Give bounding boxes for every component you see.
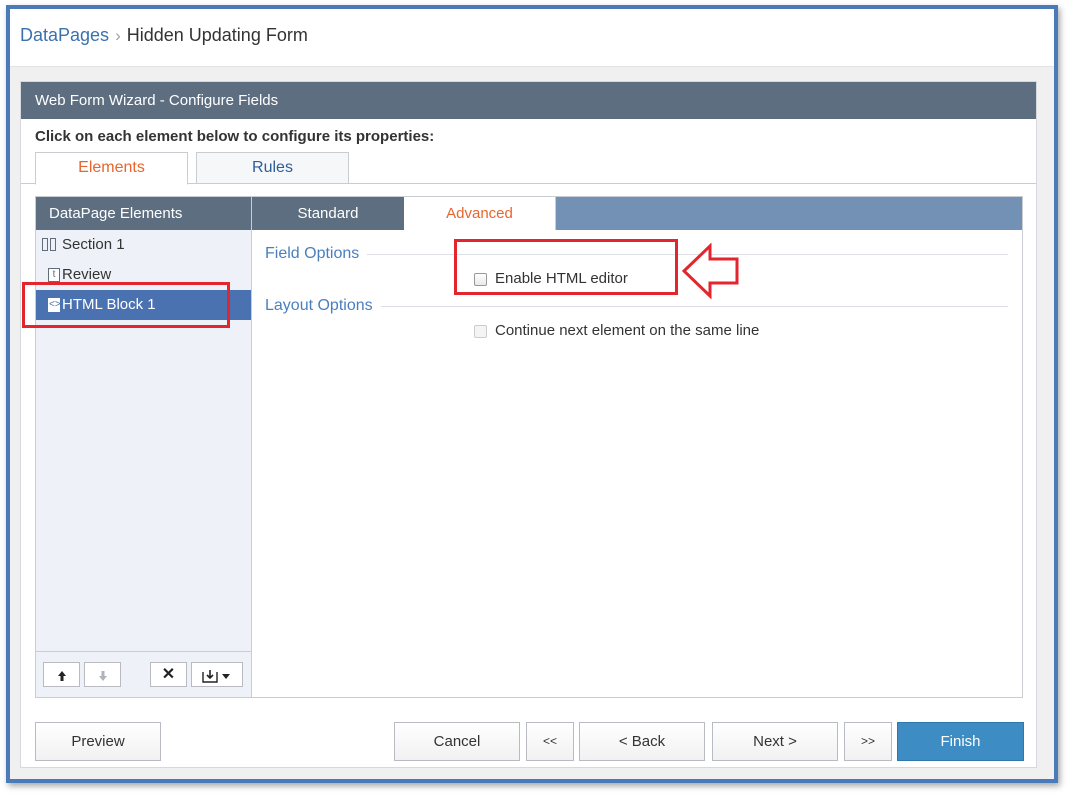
delete-icon: ✕ (161, 666, 176, 683)
annotation-highlight-html-editor (454, 239, 678, 295)
instruction-text: Click on each element below to configure… (35, 128, 435, 145)
next-button[interactable]: Next > (712, 722, 838, 761)
cancel-button[interactable]: Cancel (394, 722, 520, 761)
tab-standard[interactable]: Standard (252, 197, 404, 230)
insert-dropdown-icon (202, 669, 230, 683)
first-step-button[interactable]: << (526, 722, 574, 761)
breadcrumb: DataPages › Hidden Updating Form (20, 25, 308, 46)
layout-options-title: Layout Options (265, 297, 381, 315)
element-label: Section 1 (62, 236, 125, 253)
text-field-icon: t (48, 268, 60, 282)
arrow-down-icon (98, 670, 107, 681)
breadcrumb-link-datapages[interactable]: DataPages (20, 25, 109, 45)
annotation-highlight-html-block (22, 282, 230, 328)
add-element-dropdown[interactable] (191, 662, 243, 687)
finish-button[interactable]: Finish (897, 722, 1024, 761)
last-step-button[interactable]: >> (844, 722, 892, 761)
back-button[interactable]: < Back (579, 722, 705, 761)
preview-button[interactable]: Preview (35, 722, 161, 761)
content-area: Web Form Wizard - Configure Fields Click… (10, 67, 1054, 779)
elements-toolbar: ✕ (36, 651, 251, 697)
layout-options-divider (378, 306, 1008, 307)
arrow-up-icon (57, 670, 66, 681)
properties-tabs: Standard Advanced (252, 197, 1022, 230)
delete-element-button[interactable]: ✕ (150, 662, 187, 687)
annotation-arrow-icon (682, 243, 739, 299)
tab-advanced[interactable]: Advanced (404, 197, 556, 230)
element-label: Review (62, 266, 112, 283)
elements-panel: DataPage Elements Section 1 t Review <> … (36, 197, 252, 697)
tab-rules[interactable]: Rules (196, 152, 349, 184)
breadcrumb-separator-icon: › (115, 26, 121, 45)
elements-panel-header: DataPage Elements (36, 197, 251, 230)
field-options-title: Field Options (265, 245, 368, 263)
move-up-button[interactable] (43, 662, 80, 687)
continue-same-line-row[interactable]: Continue next element on the same line (474, 322, 759, 339)
wizard-tabs: Elements Rules (21, 152, 1036, 185)
app-window: DataPages › Hidden Updating Form Web Form … (6, 5, 1058, 783)
wizard-title: Web Form Wizard - Configure Fields (21, 82, 1036, 119)
continue-same-line-checkbox[interactable] (474, 324, 487, 338)
section-icon (42, 238, 58, 252)
tab-elements[interactable]: Elements (35, 152, 188, 185)
continue-same-line-label: Continue next element on the same line (495, 322, 760, 339)
breadcrumb-bar: DataPages › Hidden Updating Form (10, 9, 1054, 67)
move-down-button[interactable] (84, 662, 121, 687)
element-item-section-1[interactable]: Section 1 (36, 230, 251, 260)
wizard-panel: Web Form Wizard - Configure Fields Click… (20, 81, 1037, 768)
breadcrumb-current: Hidden Updating Form (126, 25, 308, 45)
